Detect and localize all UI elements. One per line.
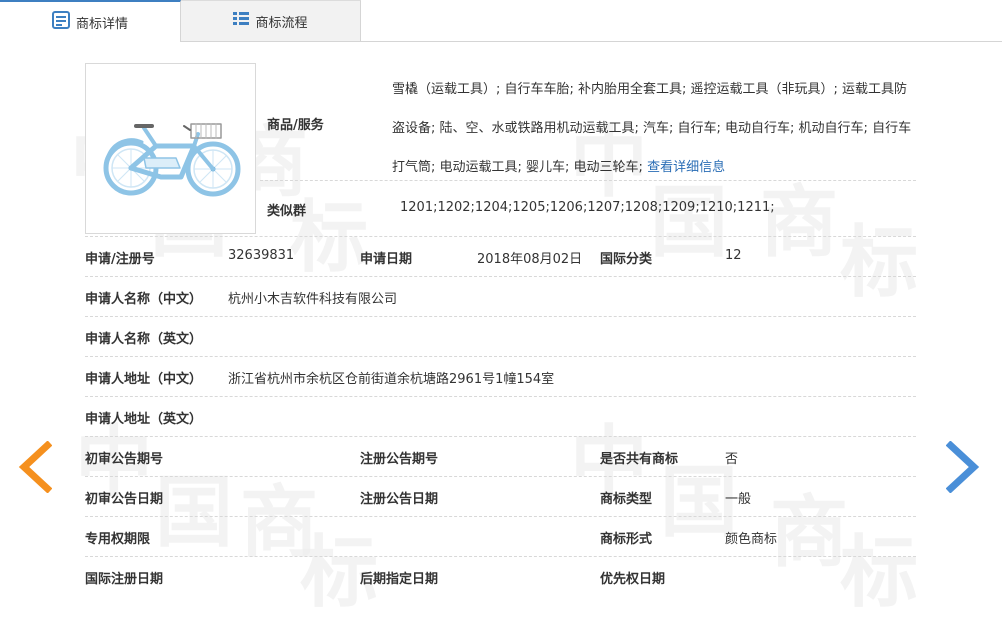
intl-class-value: 12	[725, 248, 742, 263]
reg-no-label: 申请/注册号	[85, 252, 155, 267]
mark-type-value: 一般	[725, 492, 752, 507]
watermark-char-biao: 标	[840, 528, 919, 618]
grid-list-icon	[233, 11, 250, 31]
intl-reg-date-label: 国际注册日期	[85, 572, 164, 587]
shared-label: 是否共有商标	[600, 452, 679, 467]
reg-pub-date-label: 注册公告日期	[360, 492, 439, 507]
later-date-label: 后期指定日期	[360, 572, 439, 587]
tab-trademark-details[interactable]: 商标详情	[0, 0, 181, 42]
tab-label: 商标详情	[75, 16, 128, 32]
prelim-pub-date-label: 初审公告日期	[85, 492, 164, 507]
tab-label: 商标流程	[255, 15, 308, 31]
address-cn-value: 浙江省杭州市余杭区仓前街道余杭塘路2961号1幢154室	[228, 372, 555, 387]
similar-group-value: 1201;1202;1204;1205;1206;1207;1208;1209;…	[400, 200, 775, 215]
apply-date-label: 申请日期	[360, 252, 413, 267]
chevron-left-icon	[18, 440, 53, 494]
view-details-link[interactable]: 查看详细信息	[647, 160, 725, 175]
divider	[85, 356, 916, 357]
mark-form-label: 商标形式	[600, 532, 653, 547]
watermark-char-shang: 商	[770, 488, 849, 578]
similar-group-label: 类似群	[267, 204, 307, 219]
divider	[85, 476, 916, 477]
tab-trademark-process[interactable]: 商标流程	[181, 0, 361, 41]
apply-date-value: 2018年08月02日	[477, 252, 583, 267]
watermark-char-biao: 标	[290, 193, 369, 283]
priority-date-label: 优先权日期	[600, 572, 666, 587]
watermark-char-biao: 标	[300, 528, 379, 618]
reg-no-value: 32639831	[228, 248, 295, 263]
applicant-cn-value: 杭州小木吉软件科技有限公司	[228, 292, 398, 307]
divider	[85, 516, 916, 517]
trademark-image[interactable]	[85, 63, 256, 234]
divider	[85, 436, 916, 437]
mark-type-label: 商标类型	[600, 492, 653, 507]
applicant-cn-label: 申请人名称（中文）	[85, 292, 203, 307]
divider	[85, 236, 916, 237]
divider	[85, 316, 916, 317]
applicant-en-label: 申请人名称（英文）	[85, 332, 203, 347]
address-en-label: 申请人地址（英文）	[85, 412, 203, 427]
exclusive-period-label: 专用权期限	[85, 532, 151, 547]
divider	[85, 556, 916, 557]
shared-value: 否	[725, 452, 739, 467]
tab-bar: 商标详情 商标流程	[0, 0, 1002, 42]
reg-pub-no-label: 注册公告期号	[360, 452, 439, 467]
next-button[interactable]	[945, 440, 980, 494]
watermark-char-biao: 标	[840, 218, 919, 308]
divider	[85, 396, 916, 397]
document-list-icon	[51, 11, 70, 33]
goods-services-label: 商品/服务	[267, 118, 324, 133]
intl-class-label: 国际分类	[600, 252, 653, 267]
chevron-right-icon	[945, 440, 980, 494]
mark-form-value: 颜色商标	[725, 532, 778, 547]
watermark-char-guo: 国	[155, 468, 234, 558]
divider	[85, 276, 916, 277]
prelim-pub-no-label: 初审公告期号	[85, 452, 164, 467]
goods-services-value: 雪橇（运载工具）; 自行车车胎; 补内胎用全套工具; 遥控运载工具（非玩具）; …	[392, 70, 916, 187]
divider	[260, 180, 916, 181]
prev-button[interactable]	[18, 440, 53, 494]
address-cn-label: 申请人地址（中文）	[85, 372, 203, 387]
bicycle-logo-image	[103, 123, 241, 197]
